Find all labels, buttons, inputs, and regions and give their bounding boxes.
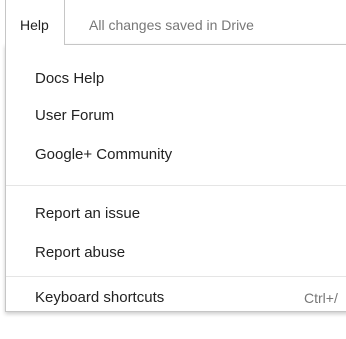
menubar: Help All changes saved in Drive xyxy=(0,0,346,45)
docs-window: Help All changes saved in Drive Docs Hel… xyxy=(0,0,346,339)
menu-item-label: Report an issue xyxy=(35,205,141,222)
menu-item-docs-help[interactable]: Docs Help xyxy=(6,62,346,96)
menu-item-report-issue[interactable]: Report an issue xyxy=(6,197,346,231)
save-status-text: All changes saved in Drive xyxy=(89,17,254,33)
menu-item-label: Docs Help xyxy=(35,70,105,87)
menu-item-label: Report abuse xyxy=(35,244,126,261)
menu-item-label: User Forum xyxy=(35,107,115,124)
help-menu-dropdown: Docs Help User Forum Google+ Community R… xyxy=(5,44,346,312)
help-menu-tab[interactable]: Help xyxy=(5,0,65,45)
menu-item-google-plus-community[interactable]: Google+ Community xyxy=(6,138,346,172)
help-menu-tab-label: Help xyxy=(20,17,49,33)
menu-item-shortcut: Ctrl+/ xyxy=(304,290,338,306)
menu-item-label: Google+ Community xyxy=(35,146,173,163)
menu-separator xyxy=(6,185,346,186)
menu-item-user-forum[interactable]: User Forum xyxy=(6,99,346,133)
menu-item-label: Keyboard shortcuts xyxy=(35,289,165,306)
menu-item-keyboard-shortcuts[interactable]: Keyboard shortcuts Ctrl+/ xyxy=(6,273,346,307)
menu-item-report-abuse[interactable]: Report abuse xyxy=(6,236,346,270)
